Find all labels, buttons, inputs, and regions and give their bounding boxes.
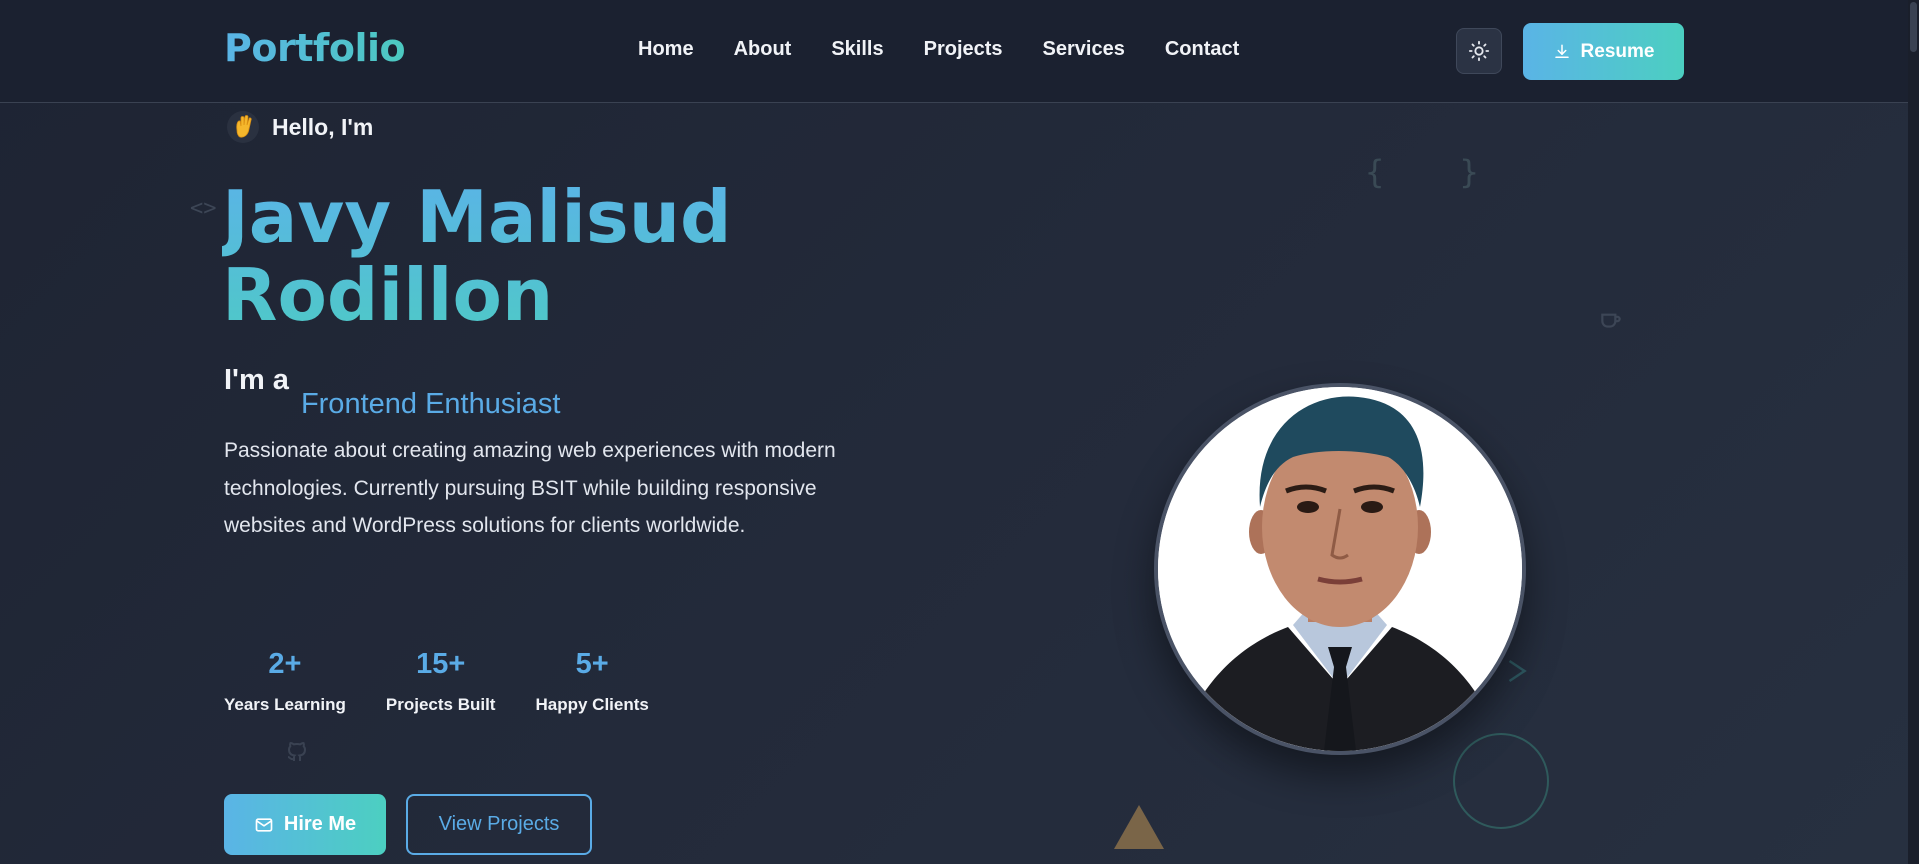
stat-value: 2+: [268, 648, 302, 680]
circle-decoration: [1453, 733, 1549, 829]
nav-about[interactable]: About: [734, 38, 792, 61]
stat-label: Projects Built: [385, 695, 496, 714]
nav-contact[interactable]: Contact: [1165, 38, 1239, 61]
main-nav: Home About Skills Projects Services Cont…: [638, 38, 1239, 61]
download-icon: [1554, 44, 1569, 58]
view-projects-label: View Projects: [438, 813, 560, 835]
mail-icon: [255, 817, 273, 832]
role-text: Frontend Enthusiast: [300, 388, 561, 420]
greeting: Hello, I'm: [226, 110, 373, 144]
hire-me-button[interactable]: Hire Me: [224, 794, 386, 855]
role-prefix: I'm a: [224, 364, 289, 396]
waving-hand-icon: [227, 111, 259, 143]
stat-projects: 15+ Projects Built: [386, 648, 496, 715]
scrollbar-thumb[interactable]: [1910, 2, 1917, 52]
resume-button[interactable]: Resume: [1523, 23, 1684, 80]
stats: 2+ Years Learning 15+ Projects Built 5+ …: [224, 648, 649, 715]
greeting-text: Hello, I'm: [272, 113, 374, 140]
hero-name-line1: Javy Malisud: [222, 175, 732, 259]
hero-name: Javy Malisud Rodillon: [222, 178, 732, 334]
view-projects-button[interactable]: View Projects: [406, 794, 592, 855]
nav-services[interactable]: Services: [1043, 38, 1125, 61]
sun-icon: [1468, 40, 1490, 62]
navbar: Portfolio Home About Skills Projects Ser…: [0, 0, 1919, 103]
profile-illustration: [1158, 387, 1522, 751]
triangle-decoration: [1114, 805, 1164, 849]
braces-decoration: { }: [1365, 153, 1507, 191]
stat-label: Years Learning: [224, 695, 346, 714]
stat-years: 2+ Years Learning: [224, 648, 346, 715]
stat-value: 15+: [416, 648, 466, 680]
role-line: I'm a Frontend Enthusiast: [224, 364, 560, 420]
chevron-right-icon: [1508, 659, 1527, 683]
theme-toggle-button[interactable]: [1456, 28, 1502, 74]
stat-clients: 5+ Happy Clients: [535, 648, 648, 715]
nav-projects[interactable]: Projects: [924, 38, 1003, 61]
hero-description: Passionate about creating amazing web ex…: [224, 439, 836, 537]
nav-home[interactable]: Home: [638, 38, 694, 61]
profile-photo: [1154, 383, 1526, 755]
code-tag-decoration: <>: [190, 196, 217, 221]
hero-name-line2: Rodillon: [222, 253, 554, 337]
scrollbar[interactable]: [1908, 0, 1919, 864]
stat-value: 5+: [575, 648, 609, 680]
coffee-cup-icon: [1601, 313, 1621, 328]
github-icon: [287, 742, 307, 761]
stat-label: Happy Clients: [535, 695, 649, 714]
logo[interactable]: Portfolio: [224, 26, 406, 70]
nav-skills[interactable]: Skills: [831, 38, 883, 61]
hire-me-label: Hire Me: [283, 813, 357, 835]
resume-label: Resume: [1580, 40, 1655, 62]
